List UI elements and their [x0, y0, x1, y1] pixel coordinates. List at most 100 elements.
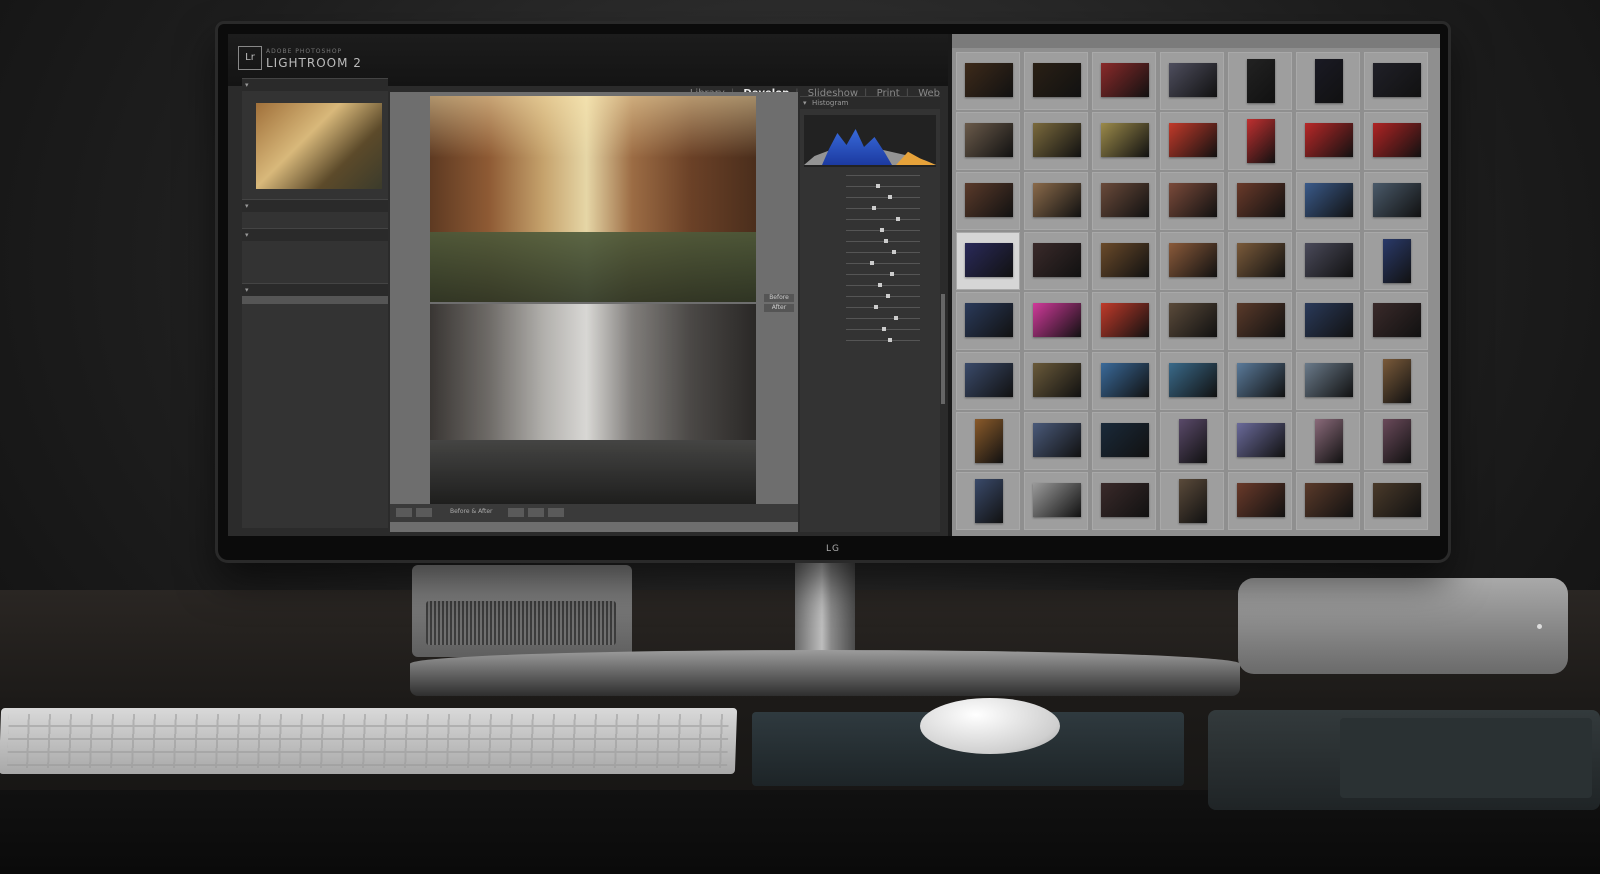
thumbnail-cell[interactable]: [1296, 232, 1360, 290]
panel-header-histogram[interactable]: Histogram: [800, 96, 940, 109]
thumbnail-image[interactable]: [1033, 63, 1081, 97]
thumbnail-cell[interactable]: [1364, 292, 1428, 350]
thumbnail-cell[interactable]: [956, 172, 1020, 230]
history-step[interactable]: [242, 368, 388, 376]
thumbnail-cell[interactable]: [1024, 352, 1088, 410]
slider[interactable]: [806, 271, 934, 277]
thumbnail-image[interactable]: [1247, 119, 1275, 163]
history-step[interactable]: [242, 304, 388, 312]
thumbnail-cell[interactable]: [956, 292, 1020, 350]
thumbnail-cell[interactable]: [1024, 412, 1088, 470]
panel-header-presets[interactable]: [242, 199, 388, 212]
thumbnail-image[interactable]: [1315, 419, 1343, 463]
history-step[interactable]: [242, 336, 388, 344]
thumbnail-image[interactable]: [965, 63, 1013, 97]
thumbnail-cell[interactable]: [1092, 472, 1156, 530]
slider[interactable]: [806, 304, 934, 310]
thumbnail-image[interactable]: [1033, 483, 1081, 517]
thumbnail-cell[interactable]: [1092, 352, 1156, 410]
thumbnail-cell[interactable]: [1228, 112, 1292, 170]
thumbnail-cell[interactable]: [1364, 172, 1428, 230]
thumbnail-image[interactable]: [1237, 363, 1285, 397]
thumbnail-cell[interactable]: [1092, 112, 1156, 170]
thumbnail-image[interactable]: [1179, 419, 1207, 463]
thumbnail-cell[interactable]: [1024, 292, 1088, 350]
thumbnail-cell[interactable]: [1160, 52, 1224, 110]
thumbnail-cell[interactable]: [1228, 52, 1292, 110]
slider[interactable]: [806, 238, 934, 244]
thumbnail-cell[interactable]: [1092, 292, 1156, 350]
thumbnail-image[interactable]: [1033, 303, 1081, 337]
thumbnail-image[interactable]: [1373, 123, 1421, 157]
thumbnail-image[interactable]: [965, 123, 1013, 157]
thumbnail-image[interactable]: [965, 303, 1013, 337]
thumbnail-image[interactable]: [965, 243, 1013, 277]
thumbnail-image[interactable]: [1169, 183, 1217, 217]
preset-folder[interactable]: [242, 212, 388, 220]
thumbnail-cell[interactable]: [1228, 412, 1292, 470]
thumbnail-cell[interactable]: [1228, 232, 1292, 290]
history-step[interactable]: [242, 376, 388, 384]
thumbnail-image[interactable]: [975, 419, 1003, 463]
thumbnail-image[interactable]: [1101, 183, 1149, 217]
history-step[interactable]: [242, 328, 388, 336]
snapshot-item[interactable]: [242, 241, 388, 249]
snapshot-item[interactable]: [242, 257, 388, 265]
thumbnail-cell[interactable]: [1296, 52, 1360, 110]
slider[interactable]: [806, 205, 934, 211]
thumbnail-cell[interactable]: [1160, 352, 1224, 410]
copy-after-button[interactable]: [548, 508, 564, 517]
thumbnail-image[interactable]: [1305, 123, 1353, 157]
thumbnail-cell[interactable]: [1228, 352, 1292, 410]
thumbnail-image[interactable]: [965, 183, 1013, 217]
thumbnail-cell[interactable]: [1160, 232, 1224, 290]
thumbnail-image[interactable]: [1179, 479, 1207, 523]
thumbnail-image[interactable]: [1383, 419, 1411, 463]
thumbnail-image[interactable]: [975, 479, 1003, 523]
thumbnail-image[interactable]: [1101, 63, 1149, 97]
right-panel-scrollbar[interactable]: [941, 294, 945, 404]
thumbnail-image[interactable]: [1237, 483, 1285, 517]
thumbnail-image[interactable]: [1305, 243, 1353, 277]
thumbnail-image[interactable]: [1033, 363, 1081, 397]
history-step[interactable]: [242, 296, 388, 304]
thumbnail-cell[interactable]: [1160, 412, 1224, 470]
tool-strip[interactable]: [806, 172, 934, 178]
panel-header-snapshots[interactable]: [242, 228, 388, 241]
thumbnail-cell[interactable]: [956, 52, 1020, 110]
thumbnail-image[interactable]: [1169, 123, 1217, 157]
thumbnail-cell[interactable]: [956, 112, 1020, 170]
thumbnail-cell[interactable]: [1160, 112, 1224, 170]
thumbnail-cell[interactable]: [1092, 232, 1156, 290]
slider[interactable]: [806, 326, 934, 332]
thumbnail-cell[interactable]: [1228, 472, 1292, 530]
thumbnail-cell[interactable]: [1364, 52, 1428, 110]
thumbnail-cell[interactable]: [1296, 112, 1360, 170]
thumbnail-image[interactable]: [1373, 63, 1421, 97]
slider[interactable]: [806, 249, 934, 255]
thumbnail-cell[interactable]: [1364, 412, 1428, 470]
thumbnail-image[interactable]: [1101, 363, 1149, 397]
thumbnail-image[interactable]: [1033, 423, 1081, 457]
thumbnail-image[interactable]: [1305, 363, 1353, 397]
thumbnail-image[interactable]: [965, 363, 1013, 397]
thumbnail-image[interactable]: [1101, 303, 1149, 337]
thumbnail-image[interactable]: [1237, 183, 1285, 217]
thumbnail-cell[interactable]: [956, 412, 1020, 470]
thumbnail-image[interactable]: [1315, 59, 1343, 103]
slider[interactable]: [806, 337, 934, 343]
thumbnail-image[interactable]: [1169, 303, 1217, 337]
thumbnail-cell[interactable]: [1160, 292, 1224, 350]
thumbnail-cell[interactable]: [1092, 52, 1156, 110]
thumbnail-cell[interactable]: [1024, 52, 1088, 110]
thumbnail-cell[interactable]: [1296, 172, 1360, 230]
thumbnail-image[interactable]: [1169, 243, 1217, 277]
history-step[interactable]: [242, 344, 388, 352]
thumbnail-cell[interactable]: [1364, 112, 1428, 170]
thumbnail-cell[interactable]: [1296, 292, 1360, 350]
slider[interactable]: [806, 282, 934, 288]
thumbnail-cell[interactable]: [956, 232, 1020, 290]
thumbnail-cell[interactable]: [1160, 472, 1224, 530]
thumbnail-image[interactable]: [1033, 243, 1081, 277]
thumbnail-image[interactable]: [1383, 239, 1411, 283]
